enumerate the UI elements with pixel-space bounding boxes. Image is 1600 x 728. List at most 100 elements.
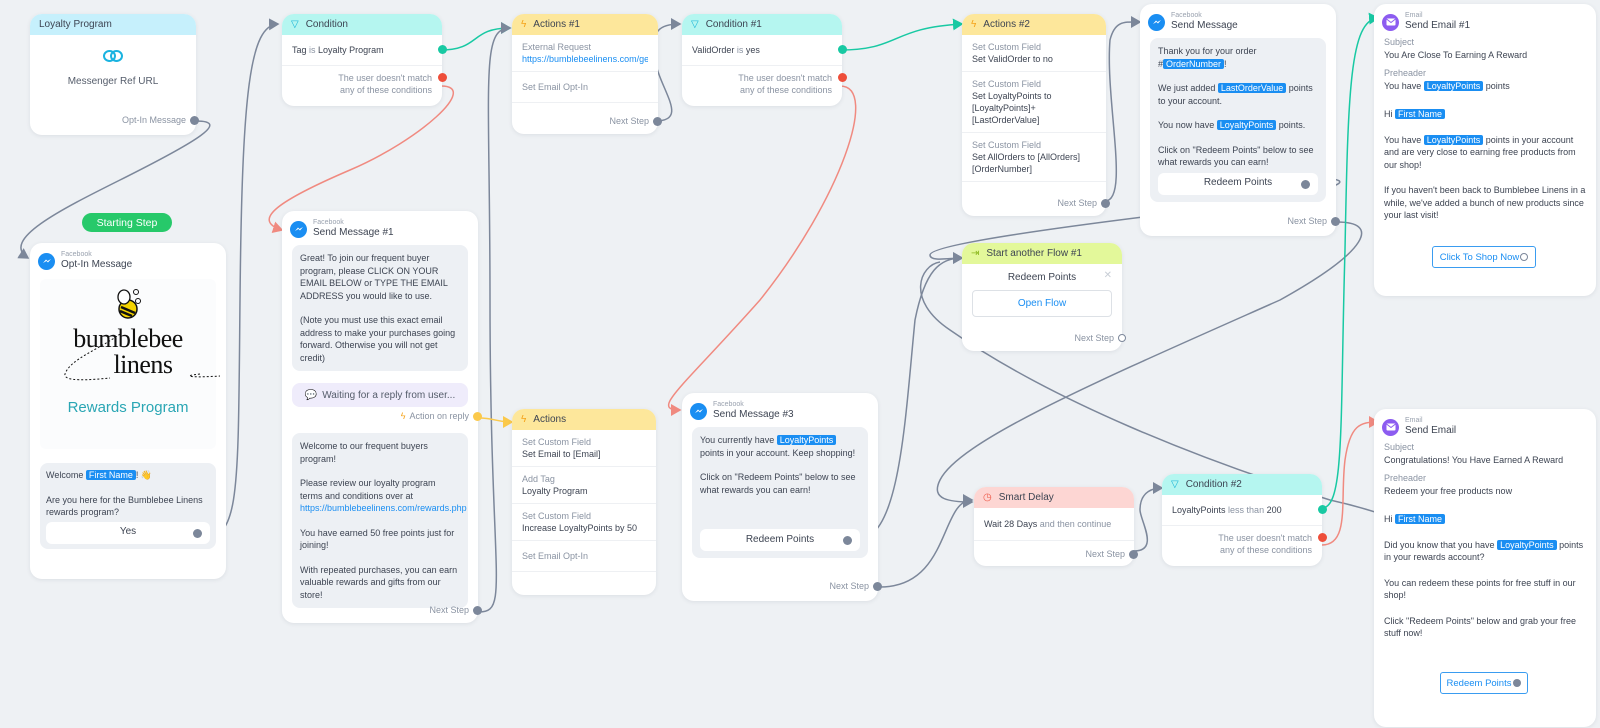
action-item[interactable]: Set Email Opt-In xyxy=(512,541,656,572)
trigger-output[interactable]: Opt-In Message xyxy=(122,115,199,125)
node-title: Opt-In Message xyxy=(61,259,133,270)
logo-flight-path xyxy=(64,334,220,381)
rule-field: Tag xyxy=(292,45,307,55)
actions1-header: ϟ Actions #1 xyxy=(512,14,658,35)
redeem-points-email-button[interactable]: Redeem Points xyxy=(1440,672,1528,694)
action-url[interactable]: https://bumblebeelinens.com/getl xyxy=(522,53,648,65)
text: Great! To join our frequent buyer progra… xyxy=(300,253,448,301)
trigger-node[interactable]: Loyalty Program Messenger Ref URL Opt-In… xyxy=(30,14,199,135)
smart-delay-next[interactable]: Next Step xyxy=(1085,549,1138,559)
welcome-text: Welcome xyxy=(46,470,84,480)
node-title: Send Message xyxy=(1171,20,1238,31)
output-port[interactable] xyxy=(873,581,882,591)
action-item[interactable]: Set Custom Field Set LoyaltyPoints to [Lo… xyxy=(962,72,1106,133)
close-icon[interactable]: ✕ xyxy=(1104,270,1112,281)
no-port[interactable] xyxy=(1318,533,1327,542)
rule-field: ValidOrder xyxy=(692,45,735,55)
redeem-points-button[interactable]: Redeem Points xyxy=(700,529,860,551)
action-item[interactable]: External Request https://bumblebeelinens.… xyxy=(512,35,658,72)
action-value: Set ValidOrder to no xyxy=(972,54,1053,64)
send-message-next[interactable]: Next Step xyxy=(1287,216,1340,226)
yes-port[interactable] xyxy=(1318,505,1327,514)
text: Did you know that you have xyxy=(1384,539,1498,550)
button-label: Redeem Points xyxy=(1203,177,1273,189)
output-port[interactable] xyxy=(1118,334,1126,342)
output-port[interactable] xyxy=(190,115,199,125)
rule-op: is xyxy=(736,45,744,55)
output-port[interactable] xyxy=(1129,549,1138,559)
send-message3-next[interactable]: Next Step xyxy=(829,581,882,591)
output-port[interactable] xyxy=(653,116,662,126)
logo-image: bumblebee linens Rewards Program xyxy=(40,279,220,449)
email-content: Subject Congratulations! You Have Earned… xyxy=(1374,441,1596,640)
text: We just added xyxy=(1158,83,1218,93)
output-port[interactable] xyxy=(473,605,482,615)
actions2-node[interactable]: ϟ Actions #2 Set Custom Field Set ValidOrd… xyxy=(962,14,1110,216)
variable-loyalty-points: LoyaltyPoints xyxy=(776,435,837,445)
send-email1-node[interactable]: Email Send Email #1 Subject You Are Close… xyxy=(1374,4,1596,296)
actions2-next[interactable]: Next Step xyxy=(1057,198,1110,208)
messenger-icon xyxy=(290,220,307,238)
action-item[interactable]: Set Custom Field Set AllOrders to [AllOrd… xyxy=(962,133,1106,182)
action-label: Add Tag xyxy=(522,474,555,484)
action-item[interactable]: Set Custom Field Increase LoyaltyPoints b… xyxy=(512,504,656,541)
condition-node[interactable]: ▽ Condition Tag is Loyalty Program The us… xyxy=(282,14,447,106)
output-port[interactable] xyxy=(193,528,202,538)
send-message1-node[interactable]: Facebook Send Message #1 Great! To join o… xyxy=(282,211,482,623)
action-item[interactable]: Set Custom Field Set ValidOrder to no xyxy=(962,35,1106,72)
rule-value: Loyalty Program xyxy=(318,45,384,55)
rule-field: LoyaltyPoints xyxy=(1172,505,1226,515)
send-email-node[interactable]: Email Send Email Subject Congratulations!… xyxy=(1374,409,1596,727)
send-message1-next[interactable]: Next Step xyxy=(429,605,482,615)
chat-bubble-icon: 💬 xyxy=(304,389,318,401)
output-port[interactable] xyxy=(843,536,852,545)
open-flow-button[interactable]: Open Flow xyxy=(972,290,1112,317)
bolt-icon: ϟ xyxy=(521,19,527,30)
output-port[interactable] xyxy=(1520,253,1529,261)
redeem-points-button[interactable]: Redeem Points xyxy=(1158,172,1318,195)
text: (Note you must use this exact email addr… xyxy=(300,315,456,363)
output-port[interactable] xyxy=(1513,679,1522,687)
no-port[interactable] xyxy=(838,73,847,82)
node-channel: Facebook xyxy=(61,251,92,258)
starting-step-badge: Starting Step xyxy=(82,213,172,232)
no-port[interactable] xyxy=(438,73,447,82)
actions1-next[interactable]: Next Step xyxy=(609,116,662,126)
action-on-reply[interactable]: ϟ Action on reply xyxy=(401,411,482,421)
next-step-label: Next Step xyxy=(429,605,469,615)
yes-port[interactable] xyxy=(838,45,847,54)
yes-button[interactable]: Yes xyxy=(46,521,210,544)
actions1-node[interactable]: ϟ Actions #1 External Request https://bumb… xyxy=(512,14,662,134)
condition-rule: Tag is Loyalty Program xyxy=(282,35,447,66)
actions-node[interactable]: ϟ Actions Set Custom Field Set Email to [E… xyxy=(512,409,656,595)
email-content: Subject You Are Close To Earning A Rewar… xyxy=(1374,36,1596,222)
send-message-node[interactable]: Facebook Send Message Thank you for your … xyxy=(1140,4,1340,236)
smart-delay-node[interactable]: ◷ Smart Delay Wait 28 Days and then conti… xyxy=(974,487,1138,566)
variable-loyalty-points: LoyaltyPoints xyxy=(1216,120,1277,130)
start-flow-node[interactable]: ⇥ Start another Flow #1 Redeem Points ✕ O… xyxy=(962,243,1126,351)
condition1-node[interactable]: ▽ Condition #1 ValidOrder is yes The user… xyxy=(682,14,847,106)
action-item[interactable]: Set Email Opt-In xyxy=(512,72,658,103)
action-item[interactable]: Add Tag Loyalty Program xyxy=(512,467,656,504)
output-port[interactable] xyxy=(1101,198,1110,208)
variable-loyalty-points: LoyaltyPoints xyxy=(1497,539,1557,550)
condition2-node[interactable]: ▽ Condition #2 LoyaltyPoints less than 20… xyxy=(1162,474,1327,566)
rewards-link[interactable]: https://bumblebeelinens.com/rewards.php xyxy=(300,502,467,515)
click-to-shop-button[interactable]: Click To Shop Now xyxy=(1432,246,1536,268)
text: Click on "Redeem Points" below to see wh… xyxy=(1158,144,1314,168)
output-port[interactable] xyxy=(1301,179,1310,189)
yes-port[interactable] xyxy=(438,45,447,54)
message-bubble: Great! To join our frequent buyer progra… xyxy=(292,245,468,371)
action-label: External Request xyxy=(522,42,592,52)
output-port[interactable] xyxy=(473,411,482,421)
text: You now have xyxy=(1158,120,1217,130)
text: Welcome to our frequent buyers program! xyxy=(300,441,428,464)
output-port[interactable] xyxy=(1331,216,1340,226)
action-value: Increase LoyaltyPoints by 50 xyxy=(522,523,638,533)
start-flow-next[interactable]: Next Step xyxy=(1074,333,1126,343)
action-item[interactable]: Set Custom Field Set Email to [Email] xyxy=(512,430,656,467)
optin-message-node[interactable]: Facebook Opt-In Message bumblebee linens … xyxy=(30,243,226,579)
send-message3-node[interactable]: Facebook Send Message #3 You currently ha… xyxy=(682,393,882,601)
text: Hi xyxy=(1384,109,1393,119)
action-value: Set Email to [Email] xyxy=(522,449,601,459)
